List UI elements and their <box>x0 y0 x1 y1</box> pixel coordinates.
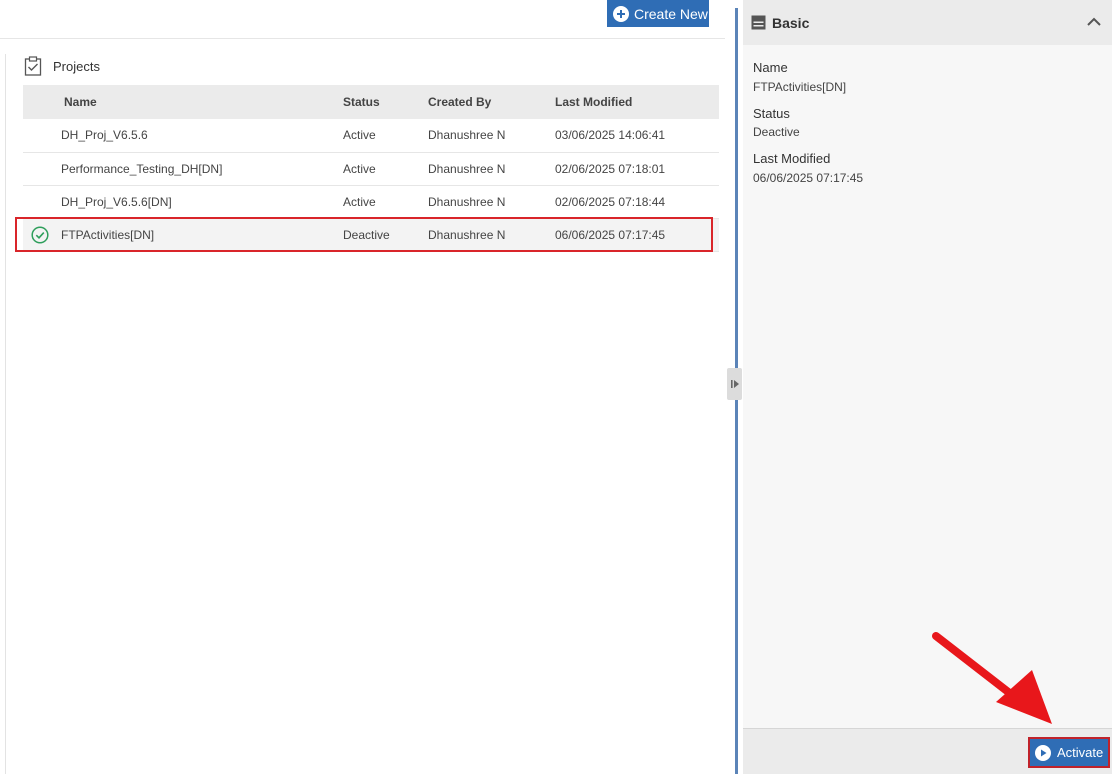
details-footer: Activate <box>743 728 1112 774</box>
row-select-cell[interactable] <box>23 185 61 219</box>
create-new-button[interactable]: Create New <box>607 0 709 27</box>
left-border <box>5 54 6 774</box>
cell-status: Active <box>343 152 428 186</box>
details-section-title: Basic <box>772 14 810 31</box>
table-row-selected[interactable]: FTPActivities[DN] Deactive Dhanushree N … <box>23 218 719 252</box>
select-column-header <box>23 85 61 119</box>
row-select-cell[interactable] <box>23 218 61 252</box>
plus-circle-icon <box>613 5 629 22</box>
cell-name: FTPActivities[DN] <box>61 218 343 252</box>
column-header-created-by[interactable]: Created By <box>428 85 555 119</box>
cell-status: Active <box>343 119 428 153</box>
cell-created-by: Dhanushree N <box>428 218 555 252</box>
cell-created-by: Dhanushree N <box>428 119 555 153</box>
cell-last-modified: 02/06/2025 07:18:44 <box>555 185 719 219</box>
projects-title: Projects <box>53 58 100 74</box>
projects-header: Projects <box>24 56 100 76</box>
cell-created-by: Dhanushree N <box>428 185 555 219</box>
cell-last-modified: 03/06/2025 14:06:41 <box>555 119 719 153</box>
name-label: Name <box>753 60 788 75</box>
top-toolbar: Create New <box>0 0 725 39</box>
row-select-cell[interactable] <box>23 119 61 153</box>
cell-name: DH_Proj_V6.5.6[DN] <box>61 185 343 219</box>
table-row[interactable]: DH_Proj_V6.5.6 Active Dhanushree N 03/06… <box>23 119 719 153</box>
column-header-last-modified[interactable]: Last Modified <box>555 85 719 119</box>
table-row[interactable]: Performance_Testing_DH[DN] Active Dhanus… <box>23 152 719 186</box>
activate-button[interactable]: Activate <box>1028 737 1110 768</box>
cell-last-modified: 06/06/2025 07:17:45 <box>555 218 719 252</box>
column-header-status[interactable]: Status <box>343 85 428 119</box>
panel-icon <box>751 15 766 30</box>
table-header-row: Name Status Created By Last Modified <box>23 85 719 119</box>
last-modified-label: Last Modified <box>753 151 831 166</box>
create-new-label: Create New <box>634 5 708 22</box>
cell-last-modified: 02/06/2025 07:18:01 <box>555 152 719 186</box>
row-select-cell[interactable] <box>23 152 61 186</box>
status-label: Status <box>753 106 790 121</box>
name-value: FTPActivities[DN] <box>753 80 847 94</box>
clipboard-icon <box>24 56 42 76</box>
column-header-label: Name <box>64 95 97 109</box>
table-row[interactable]: DH_Proj_V6.5.6[DN] Active Dhanushree N 0… <box>23 185 719 219</box>
app-window: Create New Projects Name Status Created … <box>0 0 1112 774</box>
check-circle-icon <box>31 225 49 244</box>
collapse-handle-icon <box>730 380 739 388</box>
projects-table: Name Status Created By Last Modified DH_… <box>23 85 719 252</box>
column-header-name[interactable]: Name <box>61 85 343 119</box>
cell-status: Deactive <box>343 218 428 252</box>
activate-label: Activate <box>1057 745 1104 760</box>
status-value: Deactive <box>753 125 800 139</box>
details-panel: Basic Name FTPActivities[DN] Status Deac… <box>743 0 1112 774</box>
play-circle-icon <box>1035 744 1051 761</box>
cell-created-by: Dhanushree N <box>428 152 555 186</box>
collapse-handle[interactable] <box>727 368 742 400</box>
chevron-up-icon[interactable] <box>1086 14 1102 30</box>
details-section-header[interactable]: Basic <box>743 0 1112 45</box>
cell-name: DH_Proj_V6.5.6 <box>61 119 343 153</box>
cell-name: Performance_Testing_DH[DN] <box>61 152 343 186</box>
last-modified-value: 06/06/2025 07:17:45 <box>753 171 864 185</box>
cell-status: Active <box>343 185 428 219</box>
